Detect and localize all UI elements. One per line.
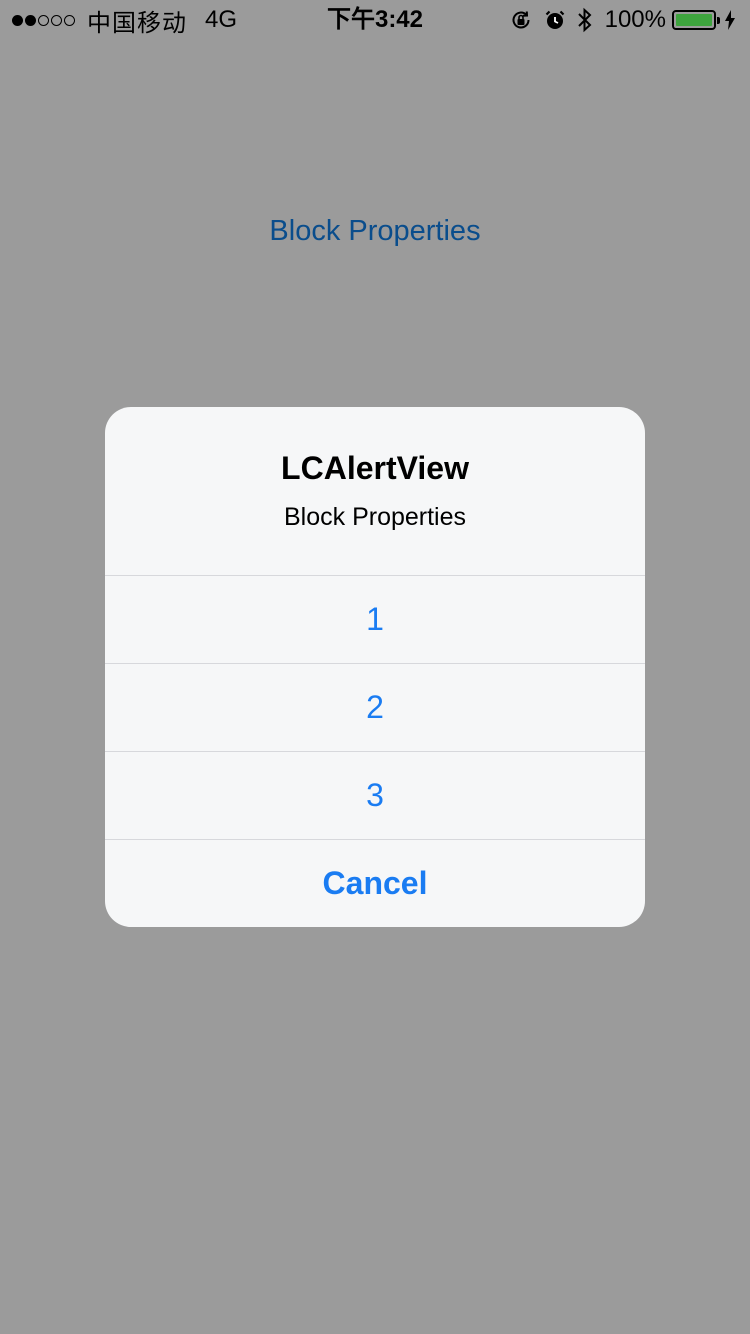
charging-bolt-icon (724, 9, 736, 31)
alert-button-1[interactable]: 1 (105, 576, 645, 664)
battery-level (676, 14, 712, 26)
cancel-button[interactable]: Cancel (105, 840, 645, 926)
status-bar: 中国移动 4G 下午3:42 100% (0, 0, 750, 40)
status-right: 100% (499, 6, 736, 34)
orientation-lock-icon (509, 8, 533, 32)
alert-dialog: LCAlertView Block Properties 1 2 3 Cance… (105, 407, 645, 927)
alert-button-2[interactable]: 2 (105, 664, 645, 752)
bluetooth-icon (577, 7, 593, 33)
page-title[interactable]: Block Properties (0, 211, 750, 251)
battery-icon (672, 10, 720, 30)
alert-button-3[interactable]: 3 (105, 752, 645, 840)
battery-percent: 100% (604, 6, 666, 33)
alert-header: LCAlertView Block Properties (105, 407, 645, 576)
alert-title: LCAlertView (281, 450, 469, 486)
alert-message: Block Properties (283, 503, 467, 531)
alarm-icon (543, 8, 567, 32)
